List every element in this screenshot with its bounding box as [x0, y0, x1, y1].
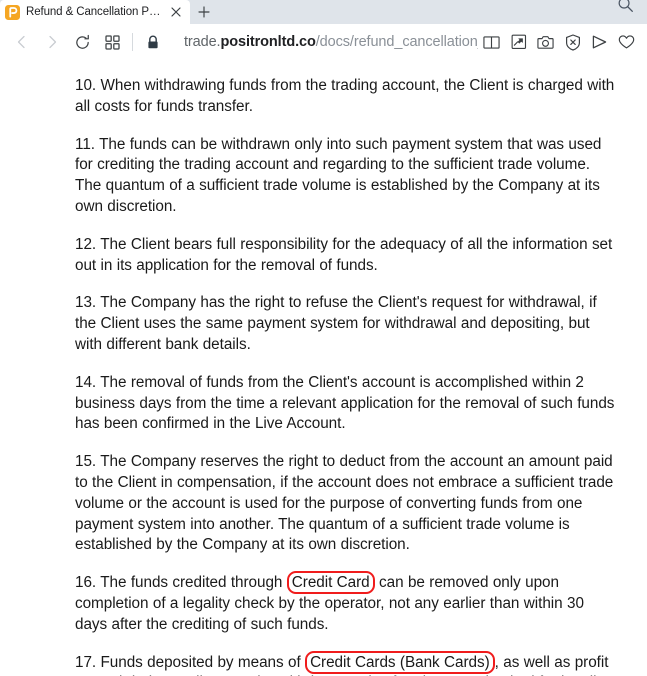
- paragraph-17-text-before: 17. Funds deposited by means of: [75, 653, 306, 671]
- annotation-highlight-credit-cards-bank-cards: Credit Cards (Bank Cards): [305, 650, 495, 674]
- favorites-heart-icon[interactable]: [613, 27, 640, 57]
- collections-pin-icon[interactable]: [505, 27, 532, 57]
- policy-paragraph-17: 17. Funds deposited by means of Credit C…: [75, 650, 617, 676]
- url-host: positronltd.co: [220, 34, 316, 50]
- browser-window: Refund & Cancellation Policy trade.posit…: [0, 0, 647, 676]
- page-viewport: 10. When withdrawing funds from the trad…: [0, 60, 647, 676]
- forward-button[interactable]: [37, 27, 67, 57]
- policy-paragraph: 13. The Company has the right to refuse …: [75, 294, 597, 353]
- policy-paragraph: 11. The funds can be withdrawn only into…: [75, 135, 602, 215]
- web-capture-camera-icon[interactable]: [532, 27, 559, 57]
- address-bar-url: trade.positronltd.co/docs/refund_cancell…: [184, 34, 478, 50]
- policy-paragraph: 14. The removal of funds from the Client…: [75, 373, 615, 433]
- annotation-highlight-credit-card: Credit Card: [286, 571, 375, 595]
- policy-paragraph: 15. The Company reserves the right to de…: [75, 453, 614, 554]
- search-icon[interactable]: [603, 0, 647, 24]
- reading-mode-icon[interactable]: [478, 27, 505, 57]
- toolbar-right-actions: [478, 27, 640, 57]
- reload-icon[interactable]: [67, 27, 97, 57]
- paragraph-16-text-before: 16. The funds credited through: [75, 574, 287, 592]
- share-send-icon[interactable]: [586, 27, 613, 57]
- new-tab-button[interactable]: [190, 0, 218, 24]
- close-icon[interactable]: [168, 4, 184, 20]
- url-path: /docs/refund_cancellation_p: [315, 34, 478, 50]
- policy-paragraph-16: 16. The funds credited through Credit Ca…: [75, 571, 617, 635]
- padlock-icon[interactable]: [140, 27, 166, 57]
- back-button[interactable]: [7, 27, 37, 57]
- document-body: 10. When withdrawing funds from the trad…: [0, 60, 647, 676]
- browser-tab-active[interactable]: Refund & Cancellation Policy: [0, 0, 190, 24]
- browser-toolbar: trade.positronltd.co/docs/refund_cancell…: [0, 24, 647, 60]
- positron-logo-icon: [4, 4, 21, 21]
- tab-strip: Refund & Cancellation Policy: [0, 0, 647, 24]
- browser-tab-title: Refund & Cancellation Policy: [26, 6, 162, 18]
- address-bar[interactable]: trade.positronltd.co/docs/refund_cancell…: [166, 27, 478, 57]
- policy-paragraph: 12. The Client bears full responsibility…: [75, 235, 613, 274]
- url-subdomain: trade.: [184, 34, 221, 50]
- toolbar-separator: [132, 33, 133, 51]
- grid-apps-icon[interactable]: [97, 27, 127, 57]
- policy-paragraph: 10. When withdrawing funds from the trad…: [75, 77, 615, 115]
- tracking-prevention-shield-icon[interactable]: [559, 27, 586, 57]
